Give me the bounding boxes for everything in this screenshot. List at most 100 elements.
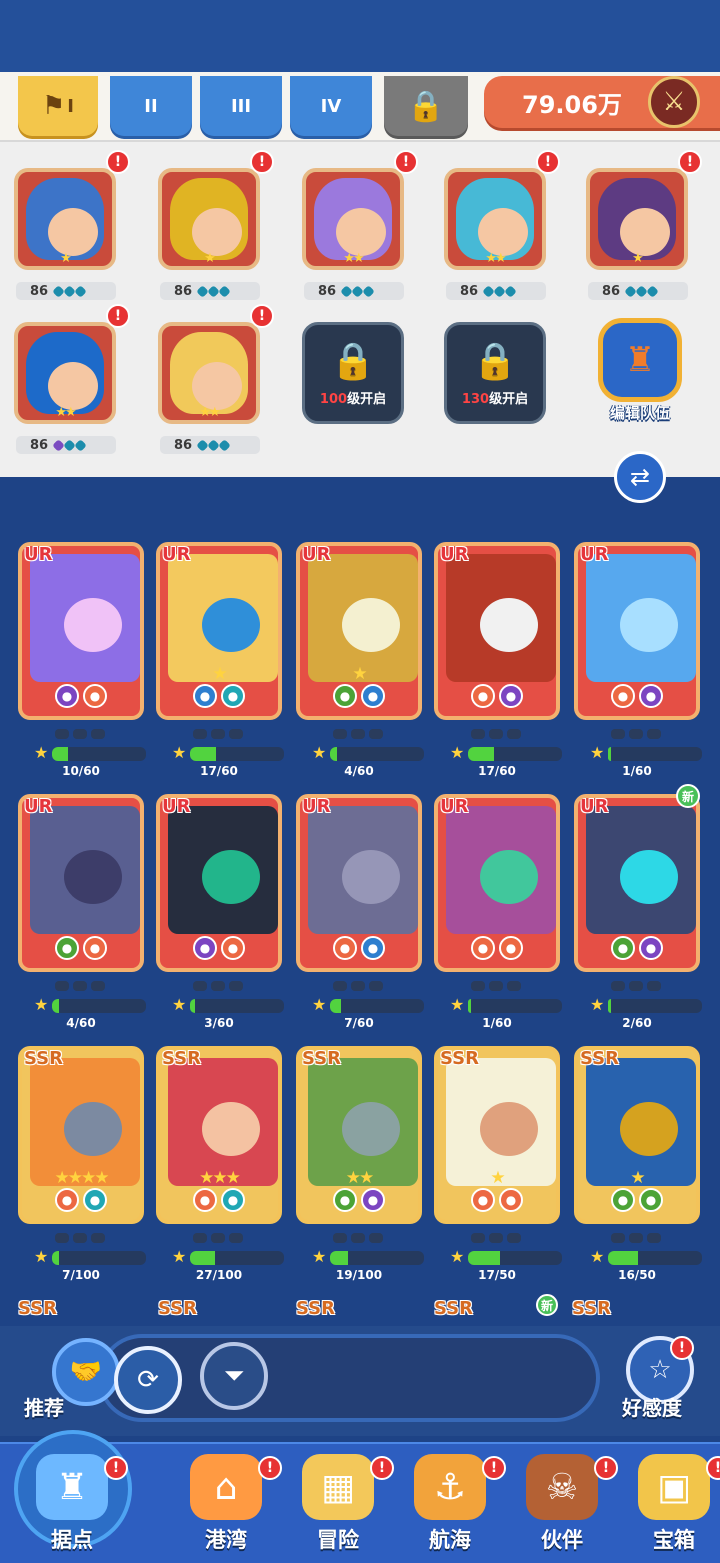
shard-dot (229, 1233, 243, 1243)
shard-dots (322, 981, 394, 991)
hero-card[interactable]: SSR ★ ● ● (574, 1046, 700, 1224)
hero-card[interactable]: UR ● ● (574, 794, 700, 972)
hero-art (168, 1058, 278, 1186)
hero-level: 86 (460, 283, 479, 299)
hero-head (620, 598, 678, 652)
hero-portrait (456, 178, 534, 260)
locked-team-tab[interactable]: 🔒 (384, 76, 468, 136)
shard-dots (322, 729, 394, 739)
hero-stars: ★★★ (199, 1168, 241, 1188)
team-slot-hero[interactable]: ★ (586, 168, 688, 270)
hero-card[interactable]: UR ● ● (574, 542, 700, 720)
hero-card[interactable]: SSR ★★★★ ● ● (18, 1046, 144, 1224)
rarity-label: UR (580, 544, 609, 565)
hero-portrait (26, 332, 104, 414)
nav-item-6[interactable]: ▣ 宝箱 (614, 1444, 720, 1563)
hero-card[interactable]: UR ● ● (434, 794, 560, 972)
hero-portrait (170, 178, 248, 260)
hero-card[interactable]: UR ● ● (18, 542, 144, 720)
team-slot-hero[interactable]: ★★ (158, 322, 260, 424)
shard-progress-bar (190, 1251, 284, 1265)
shard-progress-bar (190, 999, 284, 1013)
edit-team-button[interactable]: ♜ 编辑队伍 (594, 318, 686, 430)
shard-progress-bar (330, 747, 424, 761)
shard-star-icon: ★ (450, 995, 465, 1014)
rarity-label: UR (24, 544, 53, 565)
refresh-button[interactable]: ⟳ (114, 1346, 182, 1414)
rarity-label: SSR (302, 1048, 341, 1069)
shard-star-icon: ★ (34, 1247, 49, 1266)
shard-dot (211, 981, 225, 991)
hero-head (342, 598, 400, 652)
shard-dot (489, 1233, 503, 1243)
hero-card[interactable]: UR ● ● (296, 794, 422, 972)
hero-stars: ★★ (343, 251, 364, 266)
class-badge-icon: ● (333, 936, 357, 960)
shard-dot (55, 1233, 69, 1243)
shard-dot (489, 729, 503, 739)
share-button[interactable]: ⇄ (614, 451, 666, 503)
hero-face (48, 362, 98, 410)
shard-dot (611, 729, 625, 739)
hero-art (446, 554, 556, 682)
shard-progress-fill (608, 999, 611, 1013)
hero-portrait (26, 178, 104, 260)
team-tab-1[interactable]: ⚑ I (18, 76, 98, 136)
hero-card[interactable]: SSR ★ ● ● (434, 1046, 560, 1224)
hero-level-strip: 86 (16, 436, 116, 454)
shard-progress-bar (608, 999, 702, 1013)
shard-progress-fill (468, 1251, 500, 1265)
hero-card[interactable]: UR ★ ● ● (156, 542, 282, 720)
team-tab-3[interactable]: III (200, 76, 282, 136)
pirate-icon: ☠ (526, 1454, 598, 1520)
nav-label: 航海 (429, 1528, 471, 1552)
team-slot-hero[interactable]: ★ (158, 168, 260, 270)
hero-card[interactable]: SSR ★★★ ● ● (156, 1046, 282, 1224)
team-tab-4[interactable]: IV (290, 76, 372, 136)
shard-dots (44, 1233, 116, 1243)
locked-team-slot-2[interactable]: 🔒 130级开启 (444, 322, 546, 424)
hero-head (64, 598, 122, 652)
hero-card[interactable]: UR ● ● (434, 542, 560, 720)
hero-stars: ★ (204, 251, 216, 266)
shard-dot (73, 1233, 87, 1243)
hero-art (30, 806, 140, 934)
class-badge-icon: ● (83, 684, 107, 708)
filter-button[interactable]: ⏷ (200, 1342, 268, 1410)
team-tab-2[interactable]: II (110, 76, 192, 136)
hero-level-strip: 86 (16, 282, 116, 300)
team-slot-hero[interactable]: ★★ (302, 168, 404, 270)
hero-stars: ★★ (199, 405, 220, 420)
shard-dots (182, 1233, 254, 1243)
shard-dot (471, 981, 485, 991)
shard-dot (211, 1233, 225, 1243)
team-slot-hero[interactable]: ★ (14, 168, 116, 270)
skill-gem-icon (218, 284, 231, 298)
hero-stars: ★ (630, 1168, 645, 1188)
rarity-label: UR (580, 796, 609, 817)
hero-card[interactable]: UR ● ● (156, 794, 282, 972)
shard-progress-bar (330, 999, 424, 1013)
shard-dot (351, 729, 365, 739)
shard-count: 7/100 (62, 1268, 100, 1282)
shard-dots (182, 729, 254, 739)
shard-dot (333, 981, 347, 991)
shard-count: 1/60 (482, 1016, 512, 1030)
shard-star-icon: ★ (312, 995, 327, 1014)
skill-gem-icon (218, 438, 231, 452)
shard-star-icon: ★ (590, 1247, 605, 1266)
shard-dots (44, 981, 116, 991)
skill-gems (482, 284, 517, 298)
shard-progress-bar (52, 999, 146, 1013)
hero-card[interactable]: SSR ★★ ● ● (296, 1046, 422, 1224)
locked-team-slot-1[interactable]: 🔒 100级开启 (302, 322, 404, 424)
shard-dot (91, 981, 105, 991)
team-slot-hero[interactable]: ★★ (14, 322, 116, 424)
hero-card[interactable]: UR ★ ● ● (296, 542, 422, 720)
shard-count: 17/60 (478, 764, 516, 778)
hero-card[interactable]: UR ● ● (18, 794, 144, 972)
team-slot-hero[interactable]: ★★ (444, 168, 546, 270)
shard-count: 2/60 (622, 1016, 652, 1030)
hero-art (308, 554, 418, 682)
nav-label: 伙伴 (541, 1528, 583, 1552)
